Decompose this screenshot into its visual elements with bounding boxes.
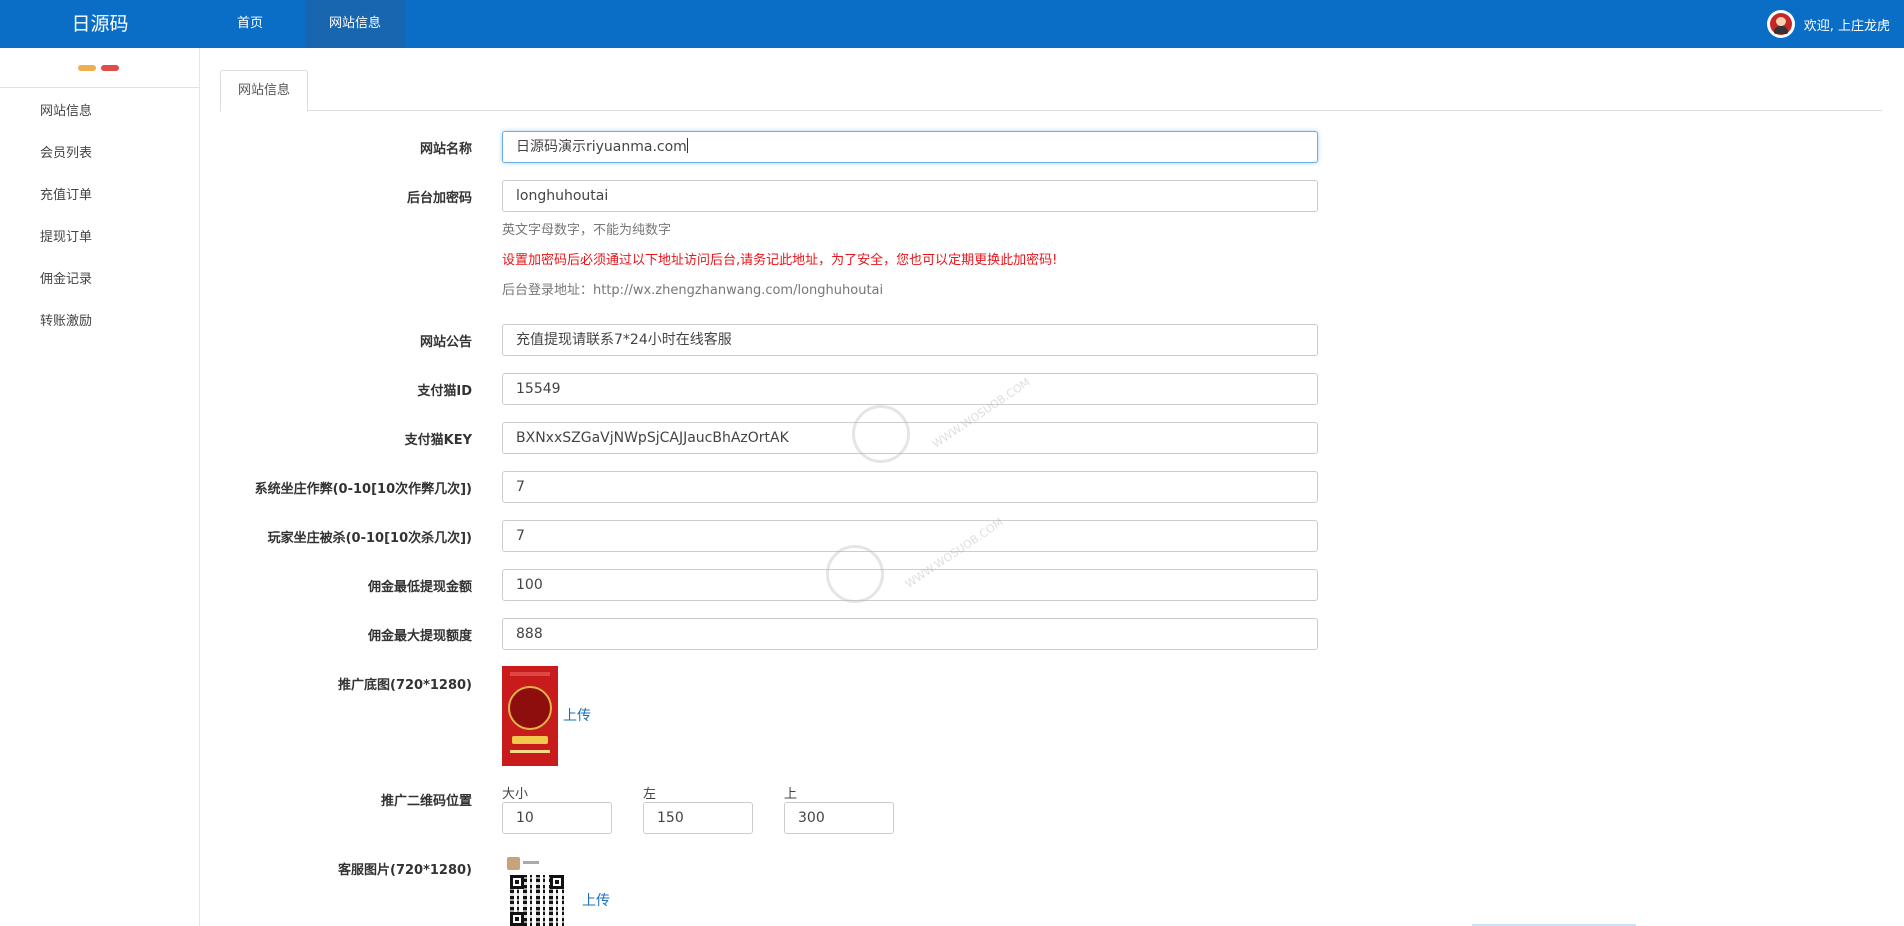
service-img-label: 客服图片(720*1280)	[338, 863, 472, 878]
sidebar-item-site-info[interactable]: 网站信息	[40, 100, 92, 119]
admin-key-input[interactable]: longhuhoutai	[502, 180, 1318, 212]
admin-key-help: 英文字母数字，不能为纯数字	[502, 223, 672, 238]
player-banker-kill-label: 玩家坐庄被杀(0-10[10次杀几次])	[267, 531, 472, 546]
qr-size-input[interactable]: 10	[502, 802, 612, 834]
watermark-logo-icon	[826, 545, 884, 603]
min-withdraw-label: 佣金最低提现金额	[367, 580, 472, 595]
site-name-value: 日源码演示riyuanma.com	[516, 139, 687, 155]
qr-size-label: 大小	[502, 787, 529, 802]
site-name-input[interactable]: 日源码演示riyuanma.com	[502, 131, 1318, 163]
service-qr-preview	[505, 855, 569, 926]
brand-logo[interactable]: 日源码	[0, 0, 200, 48]
admin-key-warning: 设置加密码后必须通过以下地址访问后台,请务记此地址，为了安全，您也可以定期更换此…	[502, 253, 1058, 268]
sys-banker-cheat-input[interactable]: 7	[502, 471, 1318, 503]
max-withdraw-label: 佣金最大提现额度	[367, 629, 472, 644]
tab-bar: 网站信息	[220, 70, 1882, 112]
qr-position-label: 推广二维码位置	[380, 794, 472, 809]
pay-id-label: 支付猫ID	[417, 384, 472, 399]
promo-bg-upload-link[interactable]: 上传	[563, 705, 591, 725]
site-name-label: 网站名称	[419, 142, 472, 157]
player-banker-kill-input[interactable]: 7	[502, 520, 1318, 552]
tab-site-info[interactable]: 网站信息	[220, 70, 308, 112]
top-navbar: 日源码 首页 网站信息 欢迎, 上庄龙虎	[0, 0, 1904, 48]
sys-banker-cheat-label: 系统坐庄作弊(0-10[10次作弊几次])	[254, 482, 472, 497]
pay-id-input[interactable]: 15549	[502, 373, 1318, 405]
sidebar-item-commission-records[interactable]: 佣金记录	[40, 268, 92, 287]
sidebar: 网站信息 会员列表 充值订单 提现订单 佣金记录 转账激励	[0, 48, 200, 926]
sidebar-item-recharge-orders[interactable]: 充值订单	[40, 184, 92, 203]
promo-bg-label: 推广底图(720*1280)	[338, 678, 472, 693]
notice-input[interactable]: 充值提现请联系7*24小时在线客服	[502, 324, 1318, 356]
service-img-upload-link[interactable]: 上传	[582, 890, 610, 910]
avatar	[1766, 10, 1795, 38]
sidebar-item-withdraw-orders[interactable]: 提现订单	[40, 226, 92, 245]
nav-home[interactable]: 首页	[220, 0, 280, 48]
pay-key-label: 支付猫KEY	[404, 433, 472, 448]
toggle-indicator-icon	[101, 65, 119, 71]
sidebar-item-transfer-rewards[interactable]: 转账激励	[40, 310, 92, 329]
nav-site-info[interactable]: 网站信息	[305, 0, 405, 48]
qr-top-input[interactable]: 300	[784, 802, 894, 834]
user-menu[interactable]: 欢迎, 上庄龙虎	[1766, 0, 1890, 48]
notice-label: 网站公告	[419, 335, 472, 350]
sidebar-item-members[interactable]: 会员列表	[40, 142, 92, 161]
pay-key-input[interactable]: BXNxxSZGaVjNWpSjCAJJaucBhAzOrtAK	[502, 422, 1318, 454]
sidebar-toggle[interactable]	[0, 48, 199, 88]
promo-bg-preview	[502, 666, 558, 766]
watermark-logo-icon	[852, 405, 910, 463]
toggle-indicator-icon	[78, 65, 96, 71]
qr-left-input[interactable]: 150	[643, 802, 753, 834]
qr-left-label: 左	[643, 787, 657, 802]
max-withdraw-input[interactable]: 888	[502, 618, 1318, 650]
text-caret	[686, 138, 688, 153]
user-greeting: 欢迎, 上庄龙虎	[1803, 18, 1890, 34]
admin-key-label: 后台加密码	[406, 191, 472, 206]
admin-login-url: 后台登录地址：http://wx.zhengzhanwang.com/longh…	[502, 283, 884, 298]
qr-top-label: 上	[784, 787, 798, 802]
